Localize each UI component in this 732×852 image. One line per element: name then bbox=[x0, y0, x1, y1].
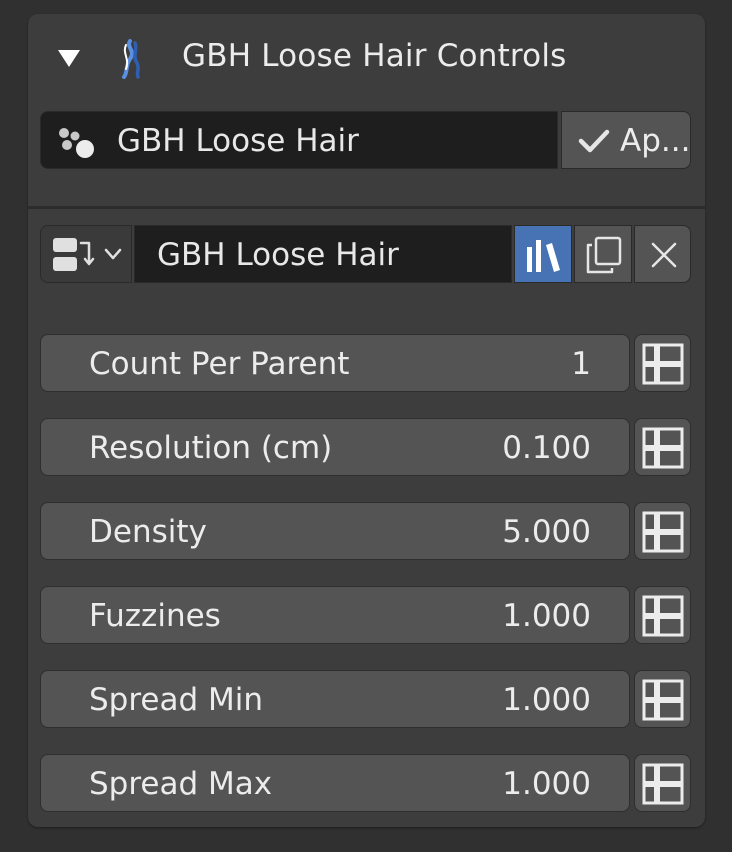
loose-hair-panel: GBH Loose Hair Controls GBH Loose Hair A… bbox=[28, 14, 705, 827]
property-row: Density 5.000 bbox=[40, 502, 691, 560]
panel-title: GBH Loose Hair Controls bbox=[182, 38, 567, 74]
fake-user-button[interactable] bbox=[514, 225, 572, 283]
particle-settings-icon bbox=[53, 238, 95, 271]
decorator-button[interactable] bbox=[634, 754, 691, 812]
property-row: Spread Max 1.000 bbox=[40, 754, 691, 812]
browse-settings-button[interactable] bbox=[40, 225, 132, 283]
property-row: Resolution (cm) 0.100 bbox=[40, 418, 691, 476]
decorator-icon bbox=[642, 343, 684, 385]
panel-header[interactable]: GBH Loose Hair Controls bbox=[28, 14, 705, 100]
chevron-down-icon bbox=[104, 248, 122, 260]
property-label: Spread Min bbox=[89, 682, 264, 718]
section-divider bbox=[28, 206, 705, 209]
decorator-icon bbox=[642, 427, 684, 469]
property-label: Resolution (cm) bbox=[89, 430, 333, 466]
property-value: 1.000 bbox=[502, 766, 591, 802]
decorator-icon bbox=[642, 595, 684, 637]
particles-icon bbox=[59, 128, 94, 158]
property-label: Count Per Parent bbox=[89, 346, 350, 382]
checkmark-icon bbox=[578, 129, 610, 153]
property-label: Fuzzines bbox=[89, 598, 221, 634]
density-field[interactable]: Density 5.000 bbox=[40, 502, 630, 560]
property-value: 5.000 bbox=[502, 514, 591, 550]
particle-system-field[interactable]: GBH Loose Hair bbox=[40, 111, 558, 169]
settings-name-field[interactable]: GBH Loose Hair bbox=[134, 225, 512, 283]
close-icon bbox=[651, 242, 677, 268]
decorator-button[interactable] bbox=[634, 418, 691, 476]
decorator-icon bbox=[642, 679, 684, 721]
decorator-icon bbox=[642, 763, 684, 805]
particle-system-name: GBH Loose Hair bbox=[117, 123, 359, 159]
decorator-button[interactable] bbox=[634, 670, 691, 728]
duplicate-button[interactable] bbox=[574, 225, 632, 283]
unlink-button[interactable] bbox=[634, 225, 691, 283]
fake-user-icon bbox=[527, 240, 560, 272]
count-per-parent-field[interactable]: Count Per Parent 1 bbox=[40, 334, 630, 392]
duplicate-icon bbox=[586, 236, 622, 274]
fuzziness-field[interactable]: Fuzzines 1.000 bbox=[40, 586, 630, 644]
property-label: Density bbox=[89, 514, 207, 550]
property-value: 1.000 bbox=[502, 598, 591, 634]
decorator-button[interactable] bbox=[634, 334, 691, 392]
triangle-down-icon[interactable] bbox=[58, 50, 80, 67]
decorator-icon bbox=[642, 511, 684, 553]
property-row: Fuzzines 1.000 bbox=[40, 586, 691, 644]
property-value: 1 bbox=[571, 346, 591, 382]
property-value: 1.000 bbox=[502, 682, 591, 718]
spread-min-field[interactable]: Spread Min 1.000 bbox=[40, 670, 630, 728]
property-row: Count Per Parent 1 bbox=[40, 334, 691, 392]
decorator-button[interactable] bbox=[634, 502, 691, 560]
datablock-row: GBH Loose Hair Ap... bbox=[40, 111, 691, 169]
property-value: 0.100 bbox=[502, 430, 591, 466]
resolution-field[interactable]: Resolution (cm) 0.100 bbox=[40, 418, 630, 476]
hair-strand-icon bbox=[122, 39, 140, 79]
apply-label: Ap... bbox=[620, 123, 691, 159]
spread-max-field[interactable]: Spread Max 1.000 bbox=[40, 754, 630, 812]
decorator-button[interactable] bbox=[634, 586, 691, 644]
settings-name: GBH Loose Hair bbox=[157, 237, 399, 273]
property-label: Spread Max bbox=[89, 766, 273, 802]
settings-selector-row: GBH Loose Hair bbox=[40, 225, 691, 283]
property-row: Spread Min 1.000 bbox=[40, 670, 691, 728]
apply-button[interactable]: Ap... bbox=[561, 111, 691, 169]
